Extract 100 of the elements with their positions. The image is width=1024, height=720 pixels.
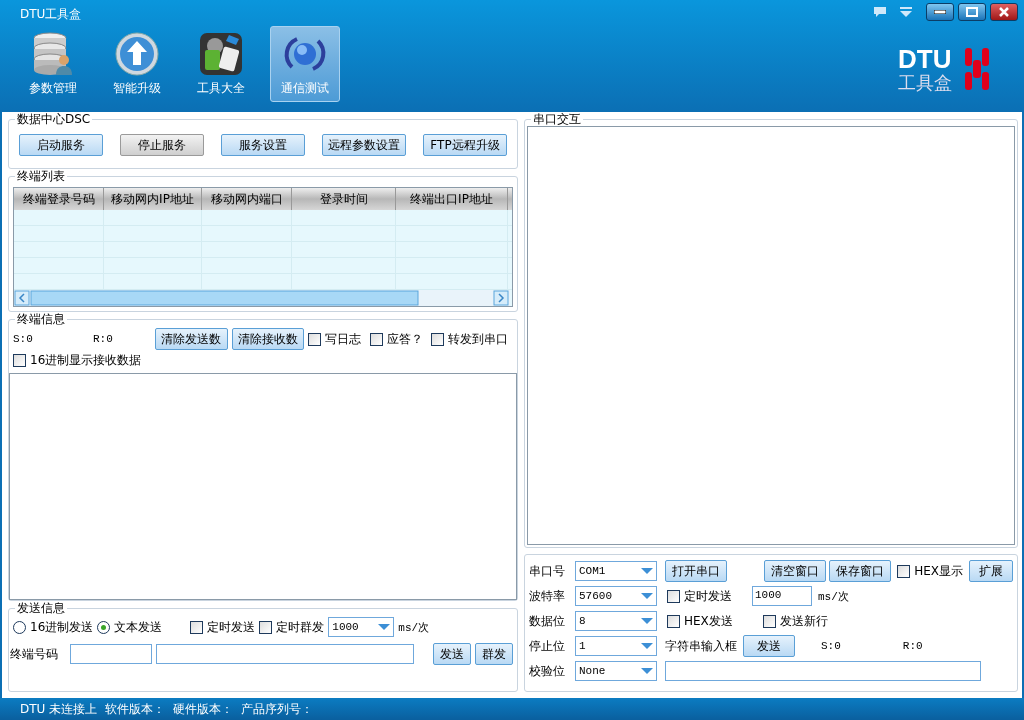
toolbar-button[interactable]: 工具大全 <box>186 26 256 102</box>
group-title: 终端列表 <box>15 169 67 183</box>
checkbox[interactable] <box>308 332 322 346</box>
database-user-icon <box>32 31 74 76</box>
group-title: 数据中心DSC <box>15 112 93 126</box>
group-title: 发送信息 <box>15 601 67 615</box>
toolbar-action-button[interactable]: 启动服务 <box>19 134 103 156</box>
maximize-button[interactable] <box>958 3 986 21</box>
logo-text: DTU <box>898 46 952 72</box>
toolbar-button[interactable]: 智能升级 <box>102 26 172 102</box>
field-label: 波特率 <box>529 587 566 605</box>
string-input-field[interactable] <box>665 661 981 681</box>
clear-button[interactable]: 清除接收数 <box>231 328 305 350</box>
radio-button[interactable] <box>13 620 26 634</box>
status-text: 产品序列号： <box>241 700 314 718</box>
serial-dropdown[interactable]: 57600 <box>575 586 657 606</box>
toolbar-action-button[interactable]: 远程参数设置 <box>322 134 406 156</box>
radio-button[interactable] <box>97 620 111 634</box>
column-header[interactable]: 移动网内IP地址 <box>104 188 202 210</box>
sent-count: S:0 <box>821 640 841 652</box>
interval-dropdown[interactable]: 1000 <box>328 617 395 637</box>
status-text: DTU 未连接上 <box>20 700 98 718</box>
window-title: DTU工具盒 <box>20 6 82 23</box>
interval-field[interactable]: 1000 <box>752 586 812 606</box>
caret-icon <box>378 624 391 630</box>
caret-icon <box>641 643 653 649</box>
checkbox-label: HEX发送 <box>684 612 733 630</box>
sent-count: S:0 <box>13 333 34 345</box>
maximize-icon <box>966 7 978 17</box>
chat-icon[interactable] <box>874 7 886 17</box>
dropdown-icon[interactable] <box>900 7 912 17</box>
caret-icon <box>641 568 653 574</box>
send-button[interactable]: 群发 <box>475 643 513 665</box>
group-title: 串口交互 <box>531 112 583 126</box>
field-label: 字符串输入框 <box>665 637 737 655</box>
checkbox-label: 发送新行 <box>779 612 828 630</box>
unit-label: ms/次 <box>398 620 430 635</box>
send-button[interactable]: 发送 <box>433 643 471 665</box>
checkbox-label: 定时群发 <box>276 618 325 636</box>
column-header[interactable]: 登录时间 <box>292 188 396 210</box>
received-count: R:0 <box>902 640 923 652</box>
toolbar-action-button[interactable]: 停止服务 <box>120 134 204 156</box>
received-count: R:0 <box>93 333 114 345</box>
save-window-button[interactable]: 保存窗口 <box>829 560 892 582</box>
caret-icon <box>641 668 653 674</box>
caret-icon <box>641 618 653 624</box>
open-port-button[interactable]: 打开串口 <box>665 560 727 582</box>
serial-dropdown[interactable]: 1 <box>575 636 657 656</box>
serial-dropdown[interactable]: 8 <box>575 611 657 631</box>
column-header[interactable]: 终端出口IP地址 <box>396 188 508 210</box>
message-field[interactable] <box>156 644 414 664</box>
checkbox[interactable] <box>369 332 383 346</box>
horizontal-scrollbar[interactable] <box>14 290 510 306</box>
checkbox-label: 写日志 <box>325 330 362 348</box>
caret-icon <box>641 593 653 599</box>
checkbox[interactable] <box>897 564 911 578</box>
serial-dropdown[interactable]: None <box>575 661 657 681</box>
toolbox-icon <box>199 31 243 76</box>
group-title: 终端信息 <box>15 312 67 326</box>
logo-icon <box>964 46 990 92</box>
field-label: 校验位 <box>529 662 566 680</box>
status-text: 硬件版本： <box>173 700 234 718</box>
radio-label: 文本发送 <box>114 618 163 636</box>
checkbox-label: 定时发送 <box>684 587 732 605</box>
checkbox[interactable] <box>13 354 26 367</box>
toolbar-button[interactable]: 参数管理 <box>18 26 88 102</box>
checkbox[interactable] <box>667 614 680 628</box>
terminal-number-field[interactable] <box>70 644 152 664</box>
send-button[interactable]: 发送 <box>743 635 795 657</box>
checkbox[interactable] <box>762 614 776 628</box>
minimize-icon <box>934 10 946 14</box>
checkbox[interactable] <box>667 589 680 603</box>
toolbar-action-button[interactable]: FTP远程升级 <box>423 134 507 156</box>
radio-label: 16进制发送 <box>30 618 94 636</box>
checkbox[interactable] <box>190 620 204 634</box>
expand-button[interactable]: 扩展 <box>969 560 1013 582</box>
field-label: 终端号码 <box>10 645 59 663</box>
logo-subtitle: 工具盒 <box>898 74 952 92</box>
terminal-table[interactable]: 终端登录号码 移动网内IP地址 移动网内端口 登录时间 终端出口IP地址 <box>13 187 513 307</box>
close-icon <box>999 7 1009 17</box>
field-label: 串口号 <box>529 562 566 580</box>
checkbox-label: 定时发送 <box>207 618 256 636</box>
minimize-button[interactable] <box>926 3 954 21</box>
toolbar-action-button[interactable]: 服务设置 <box>221 134 305 156</box>
checkbox-label: 转发到串口 <box>448 330 509 348</box>
close-button[interactable] <box>990 3 1018 21</box>
field-label: 停止位 <box>529 637 566 655</box>
checkbox[interactable] <box>431 332 445 346</box>
column-header[interactable]: 终端登录号码 <box>14 188 104 210</box>
unit-label: ms/次 <box>818 589 849 604</box>
checkbox[interactable] <box>259 620 273 634</box>
checkbox-label: 16进制显示接收数据 <box>30 352 142 369</box>
checkbox-label: 应答？ <box>386 330 423 348</box>
clear-window-button[interactable]: 清空窗口 <box>764 560 827 582</box>
field-label: 数据位 <box>529 612 566 630</box>
status-text: 软件版本： <box>105 700 166 718</box>
column-header[interactable]: 移动网内端口 <box>202 188 292 210</box>
serial-dropdown[interactable]: COM1 <box>575 561 657 581</box>
clear-button[interactable]: 清除发送数 <box>155 328 228 350</box>
checkbox-label: HEX显示 <box>914 562 963 580</box>
